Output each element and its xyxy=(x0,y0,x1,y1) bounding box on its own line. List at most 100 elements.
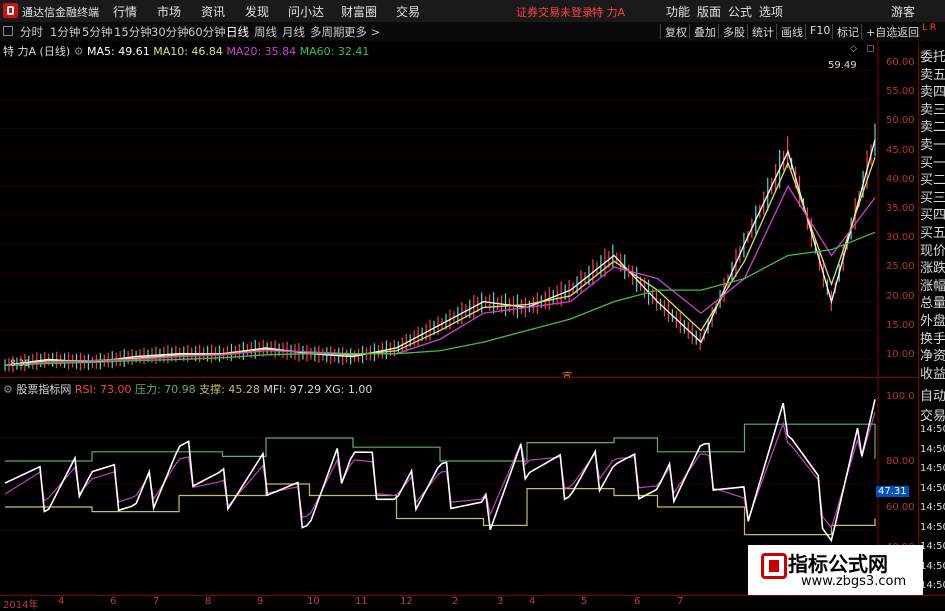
menu-news[interactable]: 资讯 xyxy=(201,3,225,20)
time-tick: 2 xyxy=(452,596,459,607)
sidebar-item[interactable]: 买三 xyxy=(920,187,945,206)
sidebar-item[interactable]: 总量 xyxy=(920,292,945,311)
watermark-logo-icon xyxy=(761,553,787,579)
login-status[interactable]: 证券交易未登录 xyxy=(516,4,593,20)
menu-function[interactable]: 功能 xyxy=(666,3,690,20)
menu-market[interactable]: 市场 xyxy=(157,3,181,20)
sidebar-item[interactable]: 买一 xyxy=(920,152,945,171)
sidebar-item[interactable]: 买二 xyxy=(920,169,945,188)
time-tick: 10 xyxy=(307,596,320,607)
period-30min[interactable]: 30分钟 xyxy=(151,24,189,40)
time-tick: 6 xyxy=(634,596,641,607)
kline-chart[interactable] xyxy=(0,41,945,376)
time-tick: 4 xyxy=(529,596,536,607)
sidebar-lower-item[interactable]: 14:50 xyxy=(920,561,945,572)
sidebar-item[interactable]: 收益 xyxy=(920,363,945,382)
time-tick: 12 xyxy=(400,596,413,607)
price-tick: 25.00 xyxy=(886,261,915,273)
sidebar-item[interactable]: 卖二 xyxy=(920,116,945,135)
period-1min[interactable]: 1分钟 xyxy=(50,24,80,40)
sidebar-lower-item[interactable]: 自动 xyxy=(920,385,945,404)
sidebar-lower-item[interactable]: 14:50 xyxy=(920,444,945,455)
sidebar-item[interactable]: 委托 xyxy=(920,46,945,65)
panel-toggle-icon[interactable] xyxy=(3,26,13,36)
period-monthly[interactable]: 月线 xyxy=(282,24,305,40)
menu-layout[interactable]: 版面 xyxy=(697,3,721,20)
sidebar-lower-item[interactable]: 14:50 xyxy=(920,483,945,494)
menu-trade[interactable]: 交易 xyxy=(396,3,420,20)
time-tick: 7 xyxy=(677,596,684,607)
stock-name-label: 特 力A xyxy=(3,45,37,58)
time-tick: 9 xyxy=(257,596,264,607)
menu-discover[interactable]: 发现 xyxy=(245,3,269,20)
time-tick: 5 xyxy=(581,596,588,607)
rsi-tick: 100.0 xyxy=(886,391,915,402)
time-axis: 2014年 4 6 7 8 9 10 11 12 2 3 4 5 6 7 xyxy=(0,595,945,611)
period-60min[interactable]: 60分钟 xyxy=(188,24,226,40)
price-tick: 35.00 xyxy=(886,203,915,214)
guest-label[interactable]: 游客 xyxy=(891,3,915,20)
sidebar-item[interactable]: 现价 xyxy=(920,240,945,259)
mark-button[interactable]: 标记 xyxy=(832,24,859,39)
price-tick: 55.00 xyxy=(886,86,915,98)
price-tick: 50.00 xyxy=(886,115,915,127)
sidebar-lower-item[interactable]: 14:50 xyxy=(920,502,945,513)
sidebar-lower-item[interactable]: 14:50 xyxy=(920,463,945,474)
sidebar-item[interactable]: 涨跌 xyxy=(920,257,945,276)
sidebar-lower-item[interactable]: 14:50 xyxy=(920,541,945,552)
multi-stock-button[interactable]: 多股 xyxy=(718,24,745,39)
period-label: (日线) xyxy=(39,45,71,58)
sidebar-item[interactable]: 换手 xyxy=(920,328,945,347)
restore-rights-button[interactable]: 复权 xyxy=(660,24,687,39)
lr-indicator[interactable]: L R xyxy=(922,24,936,33)
high-price-label: 59.49 xyxy=(828,60,857,71)
menu-formula[interactable]: 公式 xyxy=(728,3,752,20)
settings-gear-icon[interactable]: ⚙ xyxy=(74,45,84,58)
sidebar-lower-item[interactable]: 交易 xyxy=(920,405,945,424)
menu-ask[interactable]: 问小达 xyxy=(288,3,324,20)
sidebar-lower-item[interactable]: 14:50 xyxy=(920,522,945,533)
title-bar: 通达信金融终端 行情 市场 资讯 发现 问小达 财富圈 交易 证券交易未登录 特… xyxy=(0,0,945,23)
sidebar-item[interactable]: 买四 xyxy=(920,204,945,223)
f10-button[interactable]: F10 xyxy=(805,24,830,39)
sidebar-lower-item[interactable]: 14:50 xyxy=(920,580,945,591)
sidebar-item[interactable]: 外盘 xyxy=(920,310,945,329)
period-tick[interactable]: 分时 xyxy=(20,24,43,40)
app-title: 通达信金融终端 xyxy=(22,6,99,19)
app-logo-icon xyxy=(3,3,18,18)
xg-value: XG: 1.00 xyxy=(324,383,373,396)
overlay-button[interactable]: 叠加 xyxy=(689,24,716,39)
sidebar-item[interactable]: 卖五 xyxy=(920,64,945,83)
sidebar-item[interactable]: 卖三 xyxy=(920,99,945,118)
watermark-url: www.zbgs3.com xyxy=(801,574,907,589)
menu-market-quote[interactable]: 行情 xyxy=(113,3,137,20)
period-15min[interactable]: 15分钟 xyxy=(114,24,152,40)
period-weekly[interactable]: 周线 xyxy=(254,24,277,40)
time-tick: 8 xyxy=(205,596,212,607)
price-tick: 30.00 xyxy=(886,232,915,244)
menu-wealth[interactable]: 财富圈 xyxy=(341,3,377,20)
diamond-icon[interactable]: ◇ xyxy=(850,44,857,54)
sidebar-item[interactable]: 买五 xyxy=(920,222,945,241)
menu-options[interactable]: 选项 xyxy=(759,3,783,20)
draw-line-button[interactable]: 画线 xyxy=(776,24,803,39)
period-daily[interactable]: 日线 xyxy=(226,24,249,40)
indicator-gear-icon[interactable]: ⚙ xyxy=(3,383,13,396)
period-5min[interactable]: 5分钟 xyxy=(82,24,112,40)
sidebar-item[interactable]: 涨幅 xyxy=(920,275,945,294)
sidebar-item[interactable]: 净资 xyxy=(920,345,945,364)
sidebar-item[interactable]: 卖四 xyxy=(920,81,945,100)
low-price-label: 8.39 xyxy=(10,359,31,369)
rsi-tick: 80.00 xyxy=(886,456,915,467)
support-value: 支撑: 45.28 xyxy=(199,383,260,396)
back-button[interactable]: 返回 xyxy=(892,24,919,39)
statistics-button[interactable]: 统计 xyxy=(747,24,774,39)
ma5-value: MA5: 49.61 xyxy=(87,45,150,58)
period-more[interactable]: 更多 > xyxy=(344,24,380,40)
ma60-value: MA60: 32.41 xyxy=(299,45,370,58)
restore-icon[interactable]: ▢ xyxy=(866,44,875,54)
price-tick: 20.00 xyxy=(886,290,915,302)
sidebar-item[interactable]: 卖一 xyxy=(920,134,945,153)
sidebar-lower-item[interactable]: 14:50 xyxy=(920,424,945,435)
period-multi[interactable]: 多周期 xyxy=(310,24,345,40)
